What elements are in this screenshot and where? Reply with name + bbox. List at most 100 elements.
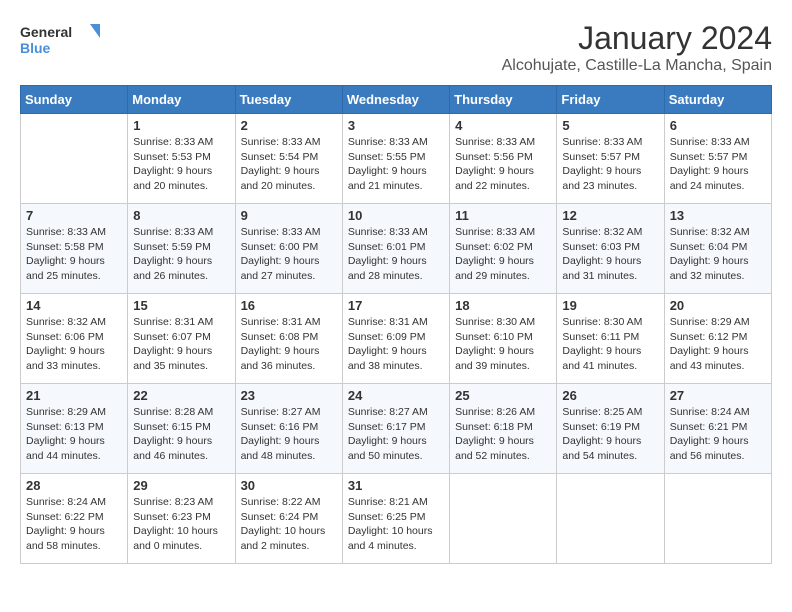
day-info: Sunrise: 8:33 AMSunset: 6:02 PMDaylight:… [455,225,551,284]
day-info: Sunrise: 8:33 AMSunset: 6:01 PMDaylight:… [348,225,444,284]
day-number: 22 [133,388,229,403]
day-number: 23 [241,388,337,403]
day-info: Sunrise: 8:31 AMSunset: 6:08 PMDaylight:… [241,315,337,374]
calendar-cell: 18 Sunrise: 8:30 AMSunset: 6:10 PMDaylig… [450,294,557,384]
calendar-cell [21,114,128,204]
day-info: Sunrise: 8:32 AMSunset: 6:06 PMDaylight:… [26,315,122,374]
day-number: 17 [348,298,444,313]
day-info: Sunrise: 8:28 AMSunset: 6:15 PMDaylight:… [133,405,229,464]
day-number: 11 [455,208,551,223]
calendar-cell: 28 Sunrise: 8:24 AMSunset: 6:22 PMDaylig… [21,474,128,564]
logo: General Blue [20,20,100,60]
day-info: Sunrise: 8:33 AMSunset: 5:59 PMDaylight:… [133,225,229,284]
day-number: 6 [670,118,766,133]
day-number: 3 [348,118,444,133]
day-info: Sunrise: 8:33 AMSunset: 5:57 PMDaylight:… [670,135,766,194]
calendar-cell: 27 Sunrise: 8:24 AMSunset: 6:21 PMDaylig… [664,384,771,474]
day-info: Sunrise: 8:33 AMSunset: 5:58 PMDaylight:… [26,225,122,284]
calendar-cell: 1 Sunrise: 8:33 AMSunset: 5:53 PMDayligh… [128,114,235,204]
calendar-cell: 8 Sunrise: 8:33 AMSunset: 5:59 PMDayligh… [128,204,235,294]
day-info: Sunrise: 8:30 AMSunset: 6:11 PMDaylight:… [562,315,658,374]
day-number: 28 [26,478,122,493]
calendar-cell: 25 Sunrise: 8:26 AMSunset: 6:18 PMDaylig… [450,384,557,474]
calendar-cell: 4 Sunrise: 8:33 AMSunset: 5:56 PMDayligh… [450,114,557,204]
day-info: Sunrise: 8:24 AMSunset: 6:21 PMDaylight:… [670,405,766,464]
calendar-cell: 23 Sunrise: 8:27 AMSunset: 6:16 PMDaylig… [235,384,342,474]
calendar-cell: 19 Sunrise: 8:30 AMSunset: 6:11 PMDaylig… [557,294,664,384]
calendar-cell: 10 Sunrise: 8:33 AMSunset: 6:01 PMDaylig… [342,204,449,294]
calendar-cell: 16 Sunrise: 8:31 AMSunset: 6:08 PMDaylig… [235,294,342,384]
day-number: 9 [241,208,337,223]
day-number: 29 [133,478,229,493]
day-info: Sunrise: 8:23 AMSunset: 6:23 PMDaylight:… [133,495,229,554]
day-info: Sunrise: 8:29 AMSunset: 6:12 PMDaylight:… [670,315,766,374]
calendar-cell: 11 Sunrise: 8:33 AMSunset: 6:02 PMDaylig… [450,204,557,294]
day-number: 27 [670,388,766,403]
calendar-week-4: 21 Sunrise: 8:29 AMSunset: 6:13 PMDaylig… [21,384,772,474]
day-info: Sunrise: 8:27 AMSunset: 6:17 PMDaylight:… [348,405,444,464]
col-monday: Monday [128,86,235,114]
day-number: 19 [562,298,658,313]
calendar-cell: 22 Sunrise: 8:28 AMSunset: 6:15 PMDaylig… [128,384,235,474]
day-number: 5 [562,118,658,133]
day-number: 26 [562,388,658,403]
day-info: Sunrise: 8:32 AMSunset: 6:03 PMDaylight:… [562,225,658,284]
day-info: Sunrise: 8:33 AMSunset: 5:53 PMDaylight:… [133,135,229,194]
day-number: 12 [562,208,658,223]
day-info: Sunrise: 8:26 AMSunset: 6:18 PMDaylight:… [455,405,551,464]
calendar-week-3: 14 Sunrise: 8:32 AMSunset: 6:06 PMDaylig… [21,294,772,384]
day-info: Sunrise: 8:32 AMSunset: 6:04 PMDaylight:… [670,225,766,284]
day-number: 21 [26,388,122,403]
col-sunday: Sunday [21,86,128,114]
calendar-title: January 2024 [502,20,772,57]
day-info: Sunrise: 8:30 AMSunset: 6:10 PMDaylight:… [455,315,551,374]
calendar-cell: 12 Sunrise: 8:32 AMSunset: 6:03 PMDaylig… [557,204,664,294]
day-info: Sunrise: 8:31 AMSunset: 6:09 PMDaylight:… [348,315,444,374]
day-info: Sunrise: 8:24 AMSunset: 6:22 PMDaylight:… [26,495,122,554]
day-number: 24 [348,388,444,403]
day-info: Sunrise: 8:21 AMSunset: 6:25 PMDaylight:… [348,495,444,554]
day-number: 25 [455,388,551,403]
calendar-week-5: 28 Sunrise: 8:24 AMSunset: 6:22 PMDaylig… [21,474,772,564]
calendar-cell: 29 Sunrise: 8:23 AMSunset: 6:23 PMDaylig… [128,474,235,564]
calendar-cell: 9 Sunrise: 8:33 AMSunset: 6:00 PMDayligh… [235,204,342,294]
day-number: 31 [348,478,444,493]
title-block: January 2024 Alcohujate, Castille-La Man… [502,20,772,75]
calendar-table: Sunday Monday Tuesday Wednesday Thursday… [20,85,772,564]
col-friday: Friday [557,86,664,114]
svg-text:General: General [20,24,72,40]
calendar-cell: 26 Sunrise: 8:25 AMSunset: 6:19 PMDaylig… [557,384,664,474]
day-number: 8 [133,208,229,223]
day-number: 7 [26,208,122,223]
calendar-cell: 20 Sunrise: 8:29 AMSunset: 6:12 PMDaylig… [664,294,771,384]
calendar-cell: 13 Sunrise: 8:32 AMSunset: 6:04 PMDaylig… [664,204,771,294]
day-info: Sunrise: 8:25 AMSunset: 6:19 PMDaylight:… [562,405,658,464]
calendar-cell: 7 Sunrise: 8:33 AMSunset: 5:58 PMDayligh… [21,204,128,294]
day-number: 18 [455,298,551,313]
day-info: Sunrise: 8:33 AMSunset: 5:56 PMDaylight:… [455,135,551,194]
calendar-cell: 3 Sunrise: 8:33 AMSunset: 5:55 PMDayligh… [342,114,449,204]
calendar-week-1: 1 Sunrise: 8:33 AMSunset: 5:53 PMDayligh… [21,114,772,204]
col-saturday: Saturday [664,86,771,114]
day-info: Sunrise: 8:33 AMSunset: 5:55 PMDaylight:… [348,135,444,194]
day-number: 4 [455,118,551,133]
col-thursday: Thursday [450,86,557,114]
calendar-cell: 6 Sunrise: 8:33 AMSunset: 5:57 PMDayligh… [664,114,771,204]
day-number: 10 [348,208,444,223]
calendar-cell: 2 Sunrise: 8:33 AMSunset: 5:54 PMDayligh… [235,114,342,204]
day-info: Sunrise: 8:29 AMSunset: 6:13 PMDaylight:… [26,405,122,464]
page-header: General Blue January 2024 Alcohujate, Ca… [20,20,772,75]
day-number: 30 [241,478,337,493]
logo-svg: General Blue [20,20,100,60]
day-info: Sunrise: 8:31 AMSunset: 6:07 PMDaylight:… [133,315,229,374]
calendar-cell [450,474,557,564]
calendar-cell: 30 Sunrise: 8:22 AMSunset: 6:24 PMDaylig… [235,474,342,564]
calendar-cell: 31 Sunrise: 8:21 AMSunset: 6:25 PMDaylig… [342,474,449,564]
day-info: Sunrise: 8:22 AMSunset: 6:24 PMDaylight:… [241,495,337,554]
day-number: 15 [133,298,229,313]
day-number: 2 [241,118,337,133]
calendar-cell: 5 Sunrise: 8:33 AMSunset: 5:57 PMDayligh… [557,114,664,204]
calendar-cell: 17 Sunrise: 8:31 AMSunset: 6:09 PMDaylig… [342,294,449,384]
day-number: 14 [26,298,122,313]
day-info: Sunrise: 8:33 AMSunset: 5:54 PMDaylight:… [241,135,337,194]
